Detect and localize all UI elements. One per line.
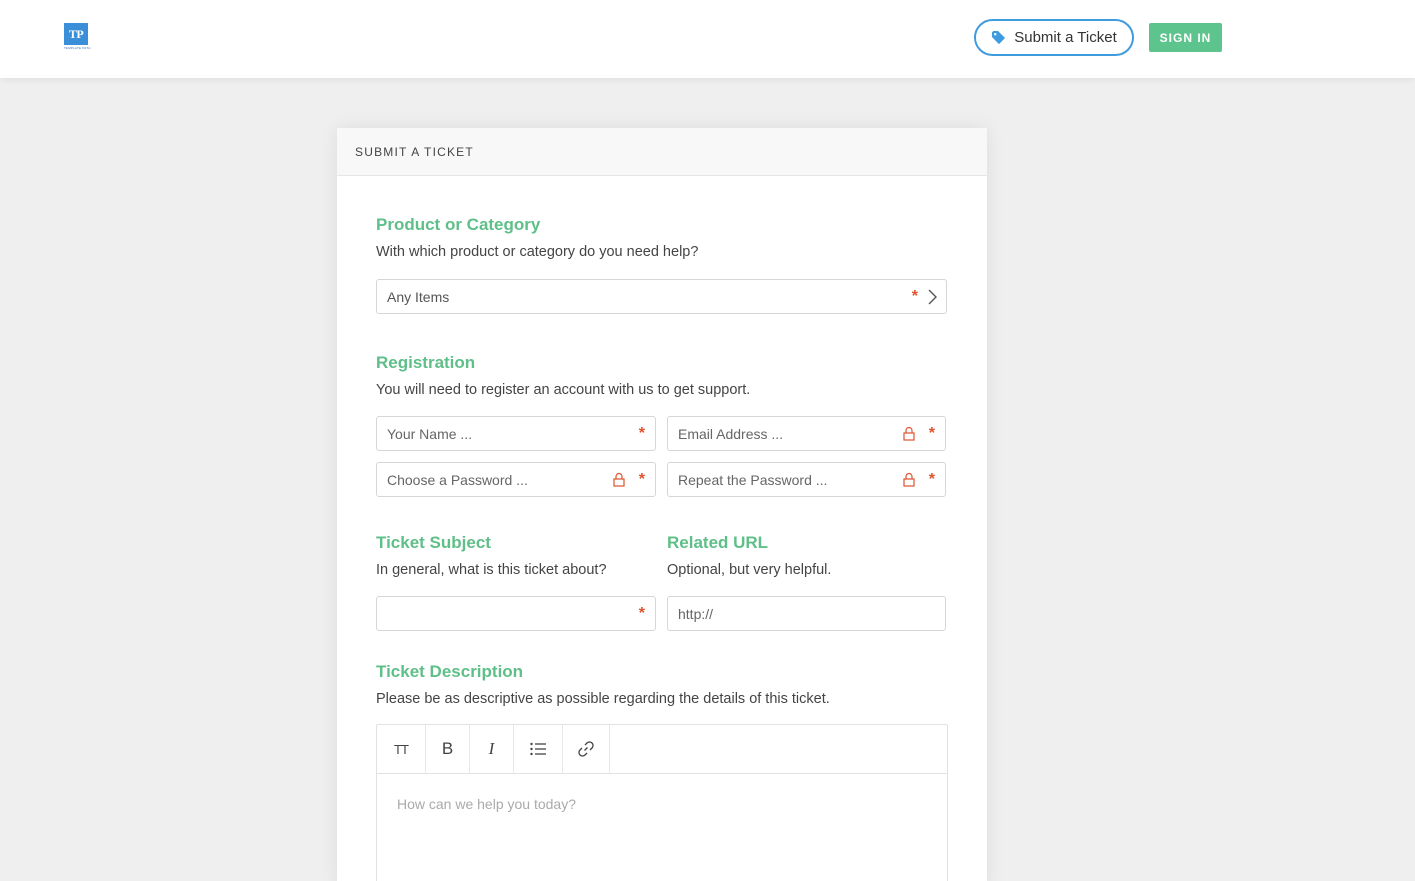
submit-ticket-button[interactable]: Submit a Ticket [974, 19, 1134, 56]
required-asterisk-icon: * [928, 471, 935, 488]
card-header: SUBMIT A TICKET [337, 128, 987, 176]
list-icon [530, 742, 546, 756]
logo-mark: TP [64, 23, 88, 45]
tag-icon [992, 30, 1006, 45]
ticket-form-card: SUBMIT A TICKET Product or Category With… [337, 128, 987, 881]
description-section-description: Please be as descriptive as possible reg… [376, 691, 830, 707]
required-asterisk-icon: * [928, 425, 935, 442]
required-asterisk-icon: * [638, 425, 645, 442]
italic-button[interactable]: I [470, 725, 514, 773]
related-url-field[interactable] [667, 596, 946, 631]
rich-text-editor: TT B I How can we help you today? [376, 724, 948, 881]
subject-field[interactable]: * [376, 596, 656, 631]
top-navbar: TP TEMPLATE PATH Submit a Ticket SIGN IN [0, 0, 1415, 78]
italic-icon: I [488, 739, 495, 758]
bold-icon: B [441, 739, 454, 758]
required-asterisk-icon: * [638, 605, 645, 622]
registration-section-title: Registration [376, 353, 476, 372]
password-field[interactable]: * [376, 462, 656, 497]
product-section-title: Product or Category [376, 215, 541, 234]
lock-icon [903, 426, 915, 441]
required-asterisk-icon: * [911, 288, 918, 305]
description-section-title: Ticket Description [376, 662, 524, 681]
editor-text-area[interactable]: How can we help you today? [377, 774, 947, 834]
lock-icon [613, 472, 625, 487]
editor-placeholder: How can we help you today? [397, 796, 576, 812]
product-section-description: With which product or category do you ne… [376, 244, 699, 260]
card-title: SUBMIT A TICKET [355, 144, 474, 159]
site-logo[interactable]: TP TEMPLATE PATH [64, 23, 92, 53]
sign-in-button[interactable]: SIGN IN [1149, 23, 1222, 52]
required-asterisk-icon: * [638, 471, 645, 488]
bullet-list-button[interactable] [514, 725, 563, 773]
repeat-password-field[interactable]: * [667, 462, 946, 497]
text-size-button[interactable]: TT [377, 725, 426, 773]
registration-section-description: You will need to register an account wit… [376, 382, 751, 398]
lock-icon [903, 472, 915, 487]
subject-input[interactable] [387, 605, 655, 622]
link-button[interactable] [563, 725, 610, 773]
text-size-icon: TT [394, 741, 409, 757]
related-url-section-description: Optional, but very helpful. [667, 562, 832, 578]
subject-section-description: In general, what is this ticket about? [376, 562, 607, 578]
product-category-value: Any Items [387, 288, 450, 305]
submit-ticket-label: Submit a Ticket [1014, 29, 1117, 46]
name-input[interactable] [387, 425, 655, 442]
subject-section-title: Ticket Subject [376, 533, 491, 552]
name-field[interactable]: * [376, 416, 656, 451]
logo-subtext: TEMPLATE PATH [64, 46, 91, 50]
link-icon [578, 741, 594, 757]
editor-toolbar: TT B I [377, 725, 947, 774]
email-field[interactable]: * [667, 416, 946, 451]
bold-button[interactable]: B [426, 725, 470, 773]
chevron-right-icon [928, 289, 937, 305]
product-category-select[interactable]: Any Items * [376, 279, 947, 314]
related-url-input[interactable] [678, 605, 945, 622]
related-url-section-title: Related URL [667, 533, 769, 552]
